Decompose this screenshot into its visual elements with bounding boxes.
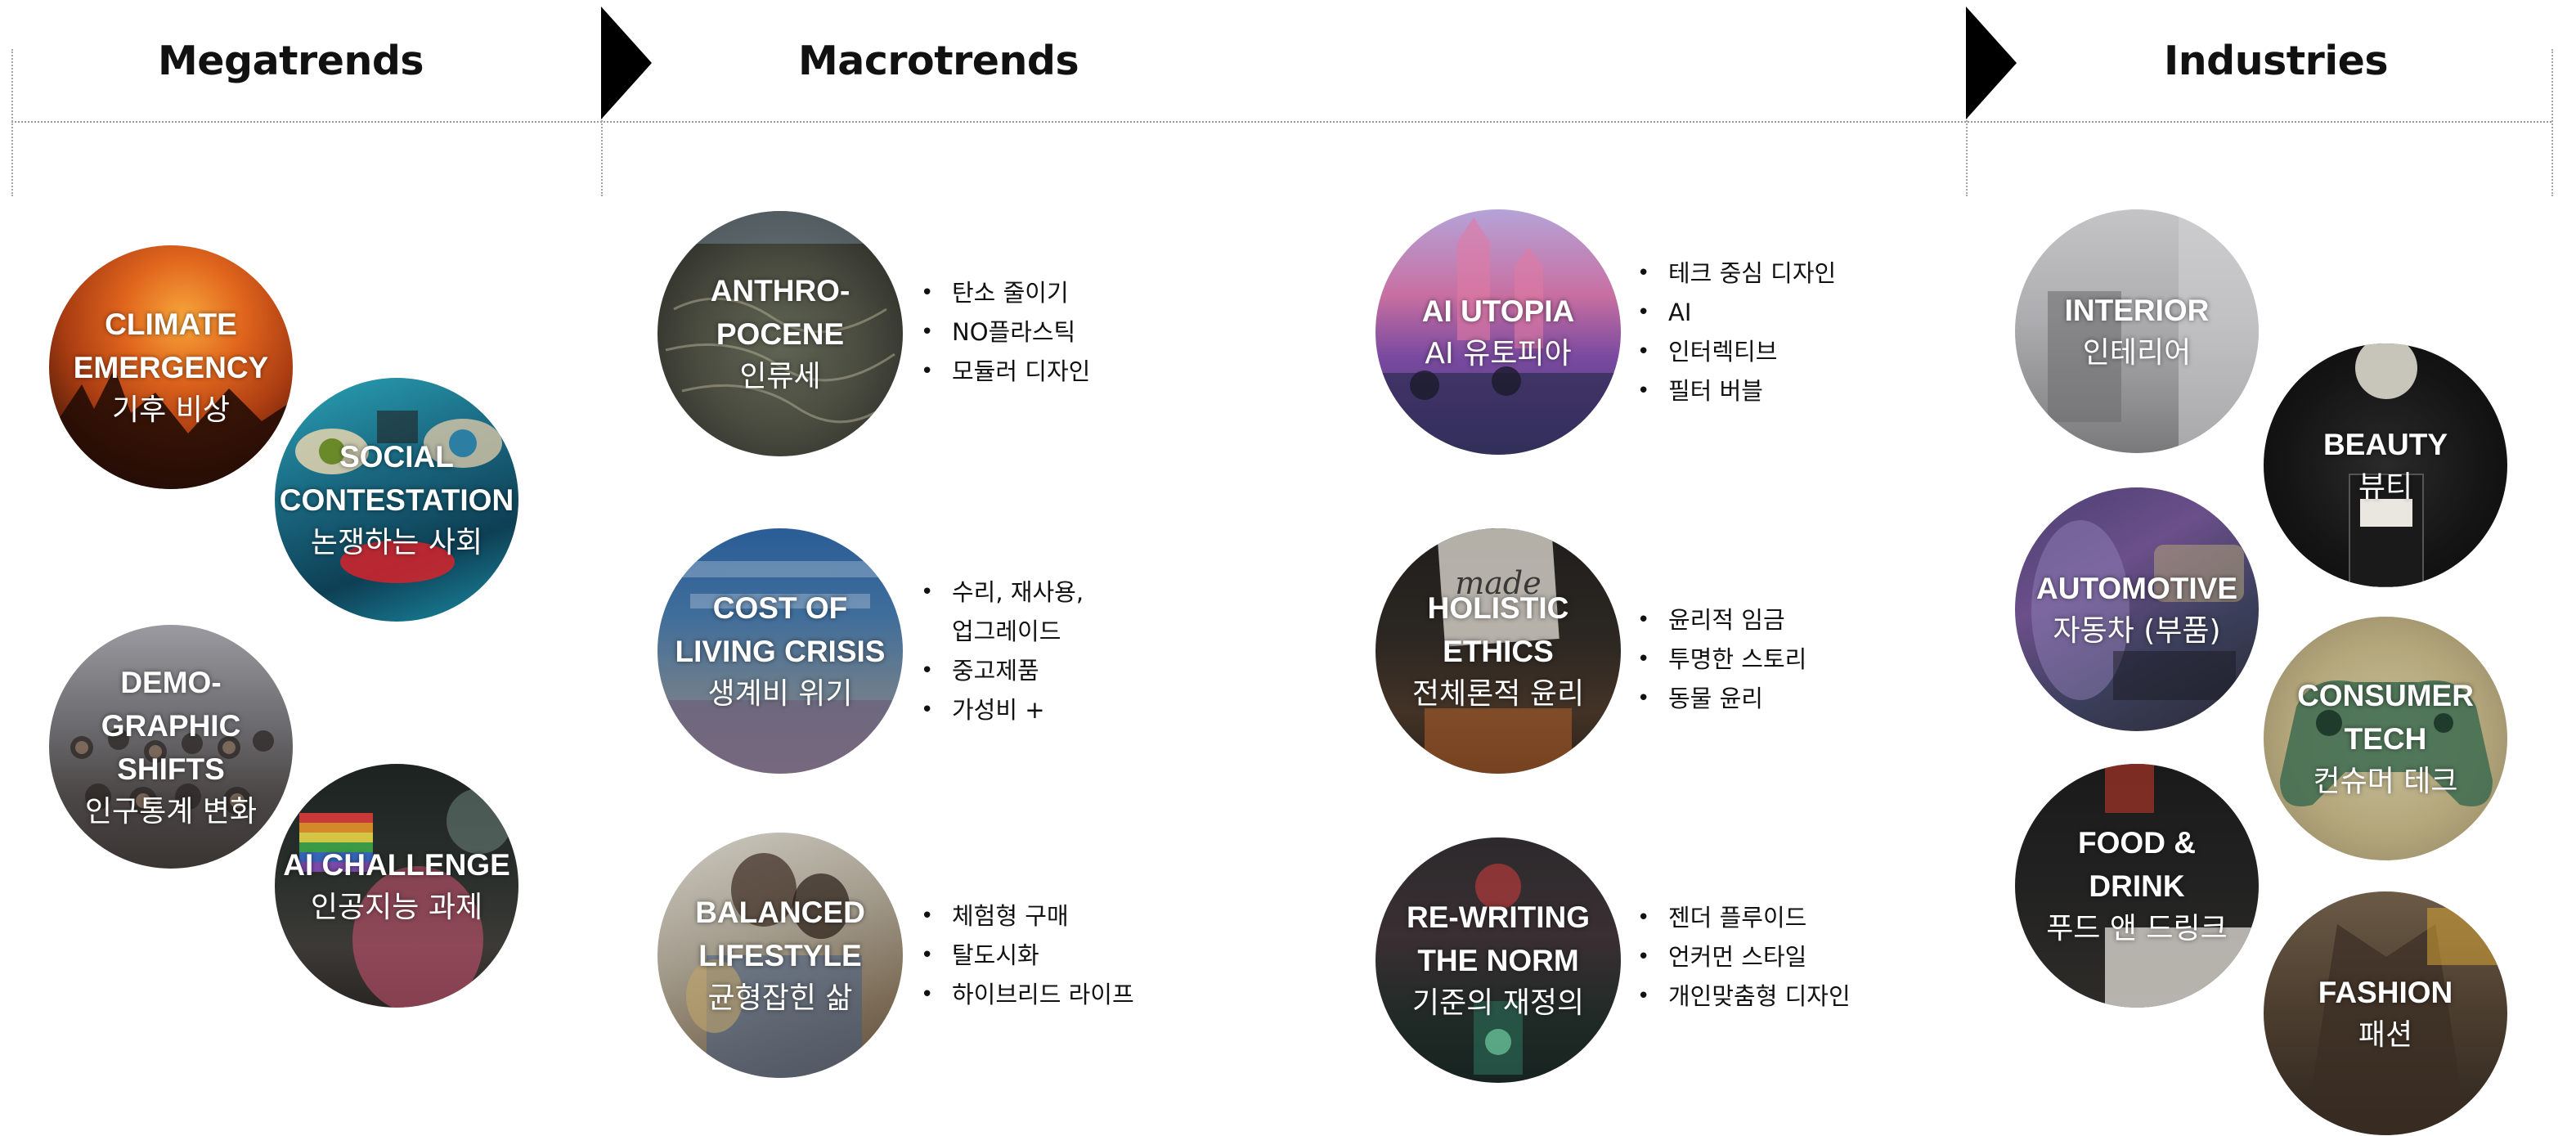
industry-interior[interactable]: INTERIOR 인테리어 xyxy=(2015,209,2259,453)
bullet-item: 체험형 구매 xyxy=(916,896,1134,936)
megatrend-ai-challenge[interactable]: AI CHALLENGE 인공지능 과제 xyxy=(275,764,518,1008)
macrotrend-title: COST OF LIVING CRISIS xyxy=(675,591,886,668)
bullet-item: 개인맞춤형 디자인 xyxy=(1632,977,1851,1016)
industry-food-and-drink[interactable]: FOOD & DRINK 푸드 앤 드링크 xyxy=(2015,764,2259,1008)
industry-korean: 푸드 앤 드링크 xyxy=(2046,912,2228,945)
megatrends-header: Megatrends xyxy=(158,38,424,84)
holistic-ethics-bullets: 윤리적 임금 투명한 스토리 동물 윤리 xyxy=(1632,600,1806,718)
bullet-item: 탈도시화 xyxy=(916,936,1134,975)
macrotrend-balanced-lifestyle[interactable]: BALANCED LIFESTYLE 균형잡힌 삶 xyxy=(657,833,903,1078)
megatrend-climate-emergency[interactable]: CLIMATE EMERGENCY 기후 비상 xyxy=(49,245,293,489)
bullet-item: 가성비 + xyxy=(916,690,1084,730)
industry-fashion[interactable]: FASHION 패션 xyxy=(2264,891,2507,1135)
macrotrend-title: RE-WRITING THE NORM xyxy=(1406,900,1591,977)
macrotrends-header: Macrotrends xyxy=(798,38,1079,84)
re-writing-the-norm-bullets: 젠더 플루이드 언커먼 스타일 개인맞춤형 디자인 xyxy=(1632,898,1851,1016)
macrotrend-korean: AI 유토피아 xyxy=(1425,336,1572,370)
bullet-item: 투명한 스토리 xyxy=(1632,640,1806,679)
industry-korean: 인테리어 xyxy=(2082,335,2192,370)
bullet-item: 탄소 줄이기 xyxy=(916,273,1090,312)
industry-title: INTERIOR xyxy=(2064,293,2210,327)
industry-automotive[interactable]: AUTOMOTIVE 자동차 (부품) xyxy=(2015,487,2259,731)
bullet-item: 언커먼 스타일 xyxy=(1632,937,1851,977)
column-divider-1 xyxy=(11,49,13,196)
megatrend-korean: 인공지능 과제 xyxy=(310,890,483,924)
megatrend-korean: 인구통계 변화 xyxy=(84,794,258,828)
bullet-item: 중고제품 xyxy=(916,651,1084,690)
bullet-item: 동물 윤리 xyxy=(1632,679,1806,718)
industry-korean: 컨슈머 테크 xyxy=(2313,765,2458,798)
macrotrend-title: ANTHRO- POCENE xyxy=(710,274,850,351)
bullet-item: AI xyxy=(1632,293,1836,332)
bullet-item: 젠더 플루이드 xyxy=(1632,898,1851,937)
megatrend-korean: 논쟁하는 사회 xyxy=(310,526,483,559)
cost-of-living-bullets: 수리, 재사용, 업그레이드 중고제품 가성비 + xyxy=(916,572,1084,730)
bullet-item: 테크 중심 디자인 xyxy=(1632,254,1836,293)
arrow-right-icon xyxy=(1966,7,2017,119)
macrotrend-title: BALANCED LIFESTYLE xyxy=(695,896,865,972)
megatrend-title: AI CHALLENGE xyxy=(283,847,510,882)
industry-beauty[interactable]: BEAUTY 뷰티 xyxy=(2264,343,2507,587)
macrotrend-korean: 균형잡힌 삶 xyxy=(707,981,853,1015)
macrotrend-ai-utopia[interactable]: AI UTOPIA AI 유토피아 xyxy=(1376,209,1621,455)
megatrend-social-contestation[interactable]: SOCIAL CONTESTATION 논쟁하는 사회 xyxy=(275,378,518,622)
bullet-item: 윤리적 임금 xyxy=(1632,600,1806,640)
bullet-item: 하이브리드 라이프 xyxy=(916,975,1134,1014)
industry-korean: 뷰티 xyxy=(2358,469,2413,504)
macrotrend-korean: 전체론적 윤리 xyxy=(1411,677,1585,711)
arrow-right-icon xyxy=(601,7,652,119)
balanced-lifestyle-bullets: 체험형 구매 탈도시화 하이브리드 라이프 xyxy=(916,896,1134,1014)
macrotrend-holistic-ethics[interactable]: made HOLISTIC ETHICS 전체론적 윤리 xyxy=(1376,528,1621,774)
industry-title: FOOD & DRINK xyxy=(2078,826,2196,903)
megatrend-title: CLIMATE EMERGENCY xyxy=(73,308,269,384)
bullet-item: 수리, 재사용, 업그레이드 xyxy=(916,572,1084,651)
bullet-item: NO플라스틱 xyxy=(916,312,1090,352)
industry-korean: 패션 xyxy=(2358,1017,2413,1052)
industry-korean: 자동차 (부품) xyxy=(2053,613,2221,648)
industries-header: Industries xyxy=(2164,38,2389,84)
macrotrend-korean: 인류세 xyxy=(739,360,821,393)
macrotrend-anthropocene[interactable]: ANTHRO- POCENE 인류세 xyxy=(657,211,903,456)
anthropocene-bullets: 탄소 줄이기 NO플라스틱 모듈러 디자인 xyxy=(916,273,1090,391)
industry-title: BEAUTY xyxy=(2322,427,2448,461)
bullet-item: 인터렉티브 xyxy=(1632,332,1836,371)
industry-title: FASHION xyxy=(2318,975,2453,1009)
industry-title: AUTOMOTIVE xyxy=(2036,571,2237,605)
macrotrend-korean: 기준의 재정의 xyxy=(1411,986,1585,1020)
macrotrend-cost-of-living-crisis[interactable]: COST OF LIVING CRISIS 생계비 위기 xyxy=(657,528,903,774)
macrotrend-re-writing-the-norm[interactable]: RE-WRITING THE NORM 기준의 재정의 xyxy=(1376,837,1621,1083)
column-divider-4 xyxy=(2551,49,2553,196)
macrotrend-title: HOLISTIC ETHICS xyxy=(1427,591,1569,668)
bullet-item: 모듈러 디자인 xyxy=(916,352,1090,391)
macrotrend-korean: 생계비 위기 xyxy=(707,677,853,711)
bullet-item: 필터 버블 xyxy=(1632,371,1836,411)
megatrend-demographic-shifts[interactable]: DEMO- GRAPHIC SHIFTS 인구통계 변화 xyxy=(49,625,293,869)
macrotrend-title: AI UTOPIA xyxy=(1421,294,1575,328)
megatrend-korean: 기후 비상 xyxy=(112,393,230,427)
industry-title: CONSUMER TECH xyxy=(2297,679,2474,756)
ai-utopia-bullets: 테크 중심 디자인 AI 인터렉티브 필터 버블 xyxy=(1632,254,1836,411)
megatrend-title: SOCIAL CONTESTATION xyxy=(279,440,514,517)
industry-consumer-tech[interactable]: CONSUMER TECH 컨슈머 테크 xyxy=(2264,617,2507,860)
header-divider xyxy=(11,121,2551,123)
megatrend-title: DEMO- GRAPHIC SHIFTS xyxy=(101,665,241,786)
